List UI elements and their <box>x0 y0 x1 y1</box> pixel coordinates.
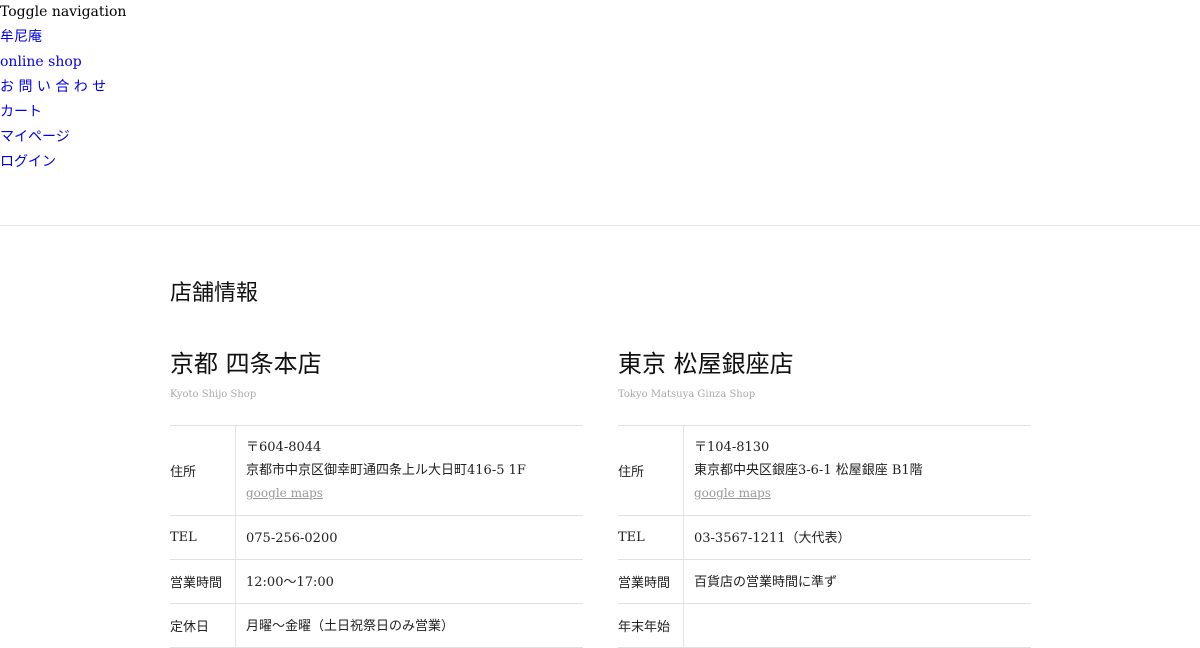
postal-code: 〒104-8130 <box>694 440 770 455</box>
google-maps-link[interactable]: google maps <box>246 486 323 500</box>
nav-link-cart[interactable]: カート <box>0 103 42 121</box>
row-label: TEL <box>170 516 236 559</box>
toggle-navigation-button[interactable]: Toggle navigation <box>0 3 126 21</box>
nav-link-mypage[interactable]: マイページ <box>0 128 70 146</box>
row-label: TEL <box>618 516 684 559</box>
row-label: 営業時間 <box>618 560 684 603</box>
shop-name-en: Tokyo Matsuya Ginza Shop <box>618 389 756 400</box>
shop-name: 京都 四条本店 <box>170 350 322 378</box>
google-maps-link[interactable]: google maps <box>694 486 771 500</box>
shop-name: 東京 松屋銀座店 <box>618 350 794 378</box>
address-text: 京都市中京区御幸町通四条上ル大日町416-5 1F <box>246 463 526 478</box>
nav-link-login[interactable]: ログイン <box>0 153 56 171</box>
info-row-hours: 営業時間 百貨店の営業時間に準ず <box>618 560 1031 604</box>
hours-value: 百貨店の営業時間に準ず <box>694 575 838 590</box>
hours-value: 12:00〜17:00 <box>246 575 334 590</box>
shop-name-en: Kyoto Shijo Shop <box>170 389 257 400</box>
info-row-address: 住所 〒604-8044 京都市中京区御幸町通四条上ル大日町416-5 1F g… <box>170 426 583 516</box>
row-label: 住所 <box>170 426 236 515</box>
info-row-tel: TEL 03-3567-1211（大代表） <box>618 516 1031 560</box>
nav-link-muniann[interactable]: 牟尼庵 <box>0 28 42 46</box>
info-row-address: 住所 〒104-8130 東京都中央区銀座3-6-1 松屋銀座 B1階 goog… <box>618 426 1031 516</box>
row-label: 住所 <box>618 426 684 515</box>
closed-value <box>694 604 1031 625</box>
row-value: 〒104-8130 東京都中央区銀座3-6-1 松屋銀座 B1階 google … <box>694 426 1031 515</box>
info-row-closed: 年末年始 <box>618 604 1031 648</box>
address-text: 東京都中央区銀座3-6-1 松屋銀座 B1階 <box>694 463 923 478</box>
nav-link-online-shop[interactable]: online shop <box>0 53 82 71</box>
closed-value: 月曜〜金曜（土日祝祭日のみ営業） <box>246 619 455 634</box>
shop-info-table: 住所 〒604-8044 京都市中京区御幸町通四条上ル大日町416-5 1F g… <box>170 425 583 648</box>
nav-link-contact[interactable]: お 問 い 合 わ せ <box>0 78 106 96</box>
info-row-hours: 営業時間 12:00〜17:00 <box>170 560 583 604</box>
row-label: 営業時間 <box>170 560 236 603</box>
page-title: 店舗情報 <box>170 281 259 306</box>
shop-info-table: 住所 〒104-8130 東京都中央区銀座3-6-1 松屋銀座 B1階 goog… <box>618 425 1031 648</box>
row-value: 〒604-8044 京都市中京区御幸町通四条上ル大日町416-5 1F goog… <box>246 426 583 515</box>
tel-value: 03-3567-1211（大代表） <box>694 531 851 546</box>
info-row-tel: TEL 075-256-0200 <box>170 516 583 560</box>
row-label: 年末年始 <box>618 604 684 647</box>
postal-code: 〒604-8044 <box>246 440 322 455</box>
tel-value: 075-256-0200 <box>246 531 338 546</box>
info-row-closed: 定休日 月曜〜金曜（土日祝祭日のみ営業） <box>170 604 583 648</box>
header-divider <box>0 225 1200 226</box>
row-label: 定休日 <box>170 604 236 647</box>
